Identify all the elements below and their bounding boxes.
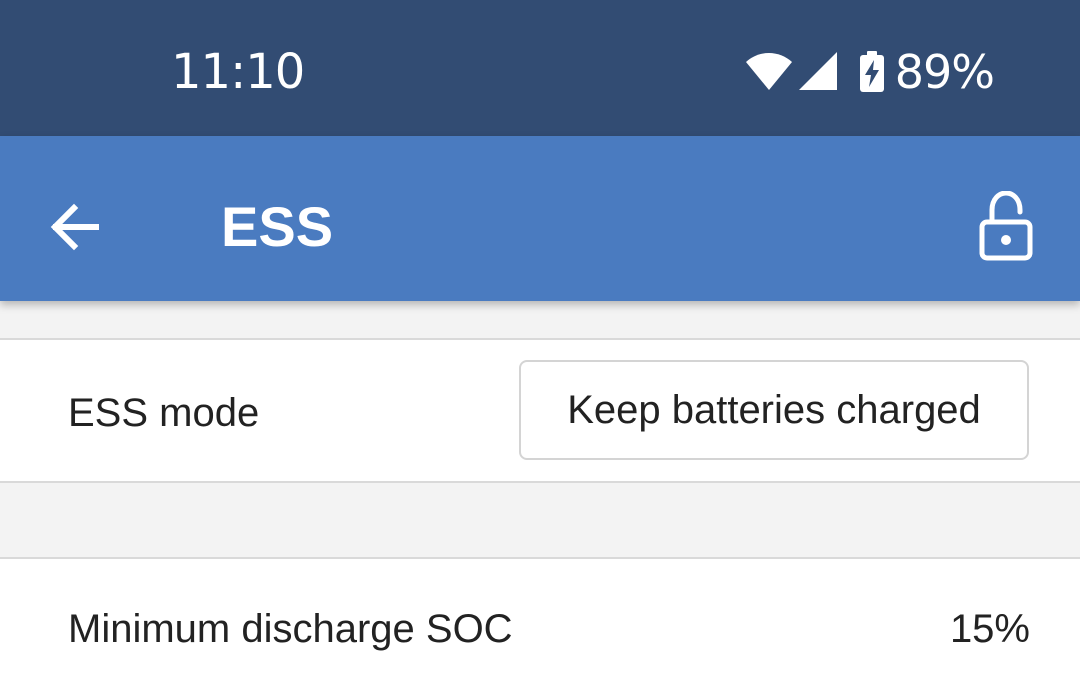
section-spacer-top — [0, 301, 1080, 340]
back-button[interactable] — [36, 189, 112, 265]
page-title: ESS — [221, 195, 334, 258]
ess-mode-button[interactable]: Keep batteries charged — [519, 360, 1029, 460]
min-discharge-soc-row[interactable]: Minimum discharge SOC 15% — [0, 559, 1080, 688]
ess-mode-label: ESS mode — [68, 391, 260, 435]
status-bar: 11:10 89% — [0, 0, 1080, 136]
status-time: 11:10 — [171, 44, 305, 100]
battery-percent: 89% — [894, 45, 995, 99]
min-discharge-soc-value: 15% — [949, 607, 1030, 651]
arrow-back-icon — [50, 203, 99, 251]
battery-charging-icon — [859, 51, 884, 92]
app-bar: ESS — [0, 136, 1080, 301]
lock-open-icon — [979, 191, 1033, 261]
signal-icon — [798, 52, 837, 90]
section-spacer-middle — [0, 483, 1080, 559]
ess-mode-row: ESS mode Keep batteries charged — [0, 340, 1080, 483]
status-icons: 89% — [745, 44, 995, 100]
wifi-icon — [745, 53, 792, 90]
min-discharge-soc-label: Minimum discharge SOC — [68, 607, 513, 651]
lock-button[interactable] — [966, 186, 1046, 266]
